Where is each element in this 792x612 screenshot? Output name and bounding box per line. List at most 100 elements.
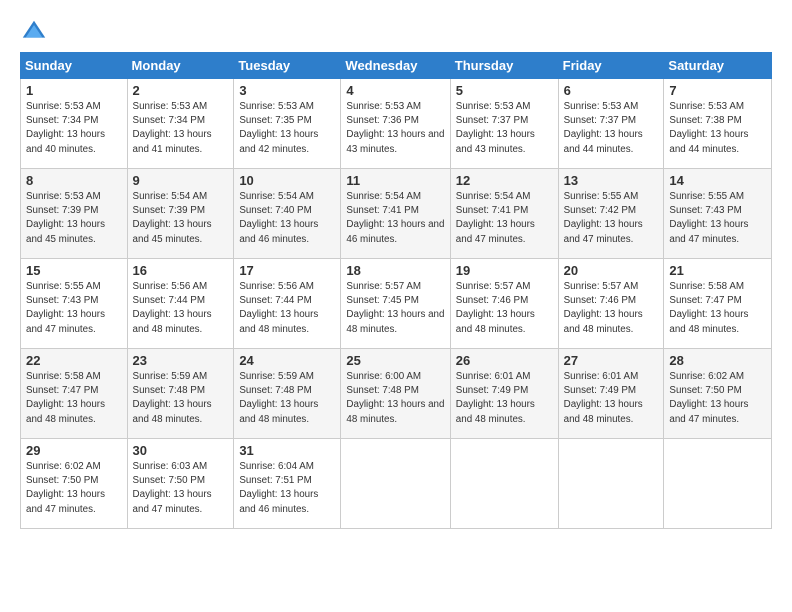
- day-info: Sunrise: 5:54 AM Sunset: 7:39 PM Dayligh…: [133, 190, 229, 247]
- day-info: Sunrise: 6:00 AM Sunset: 7:48 PM Dayligh…: [346, 370, 444, 427]
- calendar-day-cell: [664, 439, 772, 529]
- day-info: Sunrise: 6:01 AM Sunset: 7:49 PM Dayligh…: [456, 370, 553, 427]
- day-number: 16: [133, 263, 229, 278]
- day-of-week-header: Sunday: [21, 53, 128, 79]
- day-info: Sunrise: 5:55 AM Sunset: 7:43 PM Dayligh…: [669, 190, 766, 247]
- calendar-day-cell: 17 Sunrise: 5:56 AM Sunset: 7:44 PM Dayl…: [234, 259, 341, 349]
- day-info: Sunrise: 5:53 AM Sunset: 7:34 PM Dayligh…: [26, 100, 122, 157]
- header: [20, 18, 772, 46]
- calendar-day-cell: 27 Sunrise: 6:01 AM Sunset: 7:49 PM Dayl…: [558, 349, 664, 439]
- calendar-day-cell: 28 Sunrise: 6:02 AM Sunset: 7:50 PM Dayl…: [664, 349, 772, 439]
- day-of-week-header: Monday: [127, 53, 234, 79]
- header-row: SundayMondayTuesdayWednesdayThursdayFrid…: [21, 53, 772, 79]
- day-number: 14: [669, 173, 766, 188]
- day-number: 22: [26, 353, 122, 368]
- day-number: 10: [239, 173, 335, 188]
- day-info: Sunrise: 5:55 AM Sunset: 7:42 PM Dayligh…: [564, 190, 659, 247]
- calendar-day-cell: 5 Sunrise: 5:53 AM Sunset: 7:37 PM Dayli…: [450, 79, 558, 169]
- calendar-day-cell: [558, 439, 664, 529]
- calendar-day-cell: 31 Sunrise: 6:04 AM Sunset: 7:51 PM Dayl…: [234, 439, 341, 529]
- calendar-body: 1 Sunrise: 5:53 AM Sunset: 7:34 PM Dayli…: [21, 79, 772, 529]
- day-info: Sunrise: 5:53 AM Sunset: 7:36 PM Dayligh…: [346, 100, 444, 157]
- day-of-week-header: Friday: [558, 53, 664, 79]
- day-number: 4: [346, 83, 444, 98]
- logo: [20, 18, 54, 46]
- day-number: 19: [456, 263, 553, 278]
- day-of-week-header: Thursday: [450, 53, 558, 79]
- day-info: Sunrise: 5:53 AM Sunset: 7:35 PM Dayligh…: [239, 100, 335, 157]
- day-number: 21: [669, 263, 766, 278]
- day-info: Sunrise: 5:57 AM Sunset: 7:45 PM Dayligh…: [346, 280, 444, 337]
- calendar-day-cell: 23 Sunrise: 5:59 AM Sunset: 7:48 PM Dayl…: [127, 349, 234, 439]
- day-number: 12: [456, 173, 553, 188]
- day-info: Sunrise: 6:01 AM Sunset: 7:49 PM Dayligh…: [564, 370, 659, 427]
- calendar-day-cell: 1 Sunrise: 5:53 AM Sunset: 7:34 PM Dayli…: [21, 79, 128, 169]
- day-number: 26: [456, 353, 553, 368]
- calendar-day-cell: 19 Sunrise: 5:57 AM Sunset: 7:46 PM Dayl…: [450, 259, 558, 349]
- calendar-header: SundayMondayTuesdayWednesdayThursdayFrid…: [21, 53, 772, 79]
- day-info: Sunrise: 5:54 AM Sunset: 7:41 PM Dayligh…: [456, 190, 553, 247]
- day-info: Sunrise: 5:58 AM Sunset: 7:47 PM Dayligh…: [26, 370, 122, 427]
- day-of-week-header: Wednesday: [341, 53, 450, 79]
- calendar-day-cell: [450, 439, 558, 529]
- calendar-day-cell: 15 Sunrise: 5:55 AM Sunset: 7:43 PM Dayl…: [21, 259, 128, 349]
- day-number: 3: [239, 83, 335, 98]
- day-number: 17: [239, 263, 335, 278]
- calendar-day-cell: 26 Sunrise: 6:01 AM Sunset: 7:49 PM Dayl…: [450, 349, 558, 439]
- day-number: 28: [669, 353, 766, 368]
- day-number: 9: [133, 173, 229, 188]
- day-info: Sunrise: 5:56 AM Sunset: 7:44 PM Dayligh…: [239, 280, 335, 337]
- logo-icon: [20, 18, 48, 46]
- calendar-day-cell: 21 Sunrise: 5:58 AM Sunset: 7:47 PM Dayl…: [664, 259, 772, 349]
- day-number: 31: [239, 443, 335, 458]
- calendar-day-cell: 16 Sunrise: 5:56 AM Sunset: 7:44 PM Dayl…: [127, 259, 234, 349]
- calendar-week-row: 29 Sunrise: 6:02 AM Sunset: 7:50 PM Dayl…: [21, 439, 772, 529]
- page: SundayMondayTuesdayWednesdayThursdayFrid…: [0, 0, 792, 612]
- calendar-week-row: 15 Sunrise: 5:55 AM Sunset: 7:43 PM Dayl…: [21, 259, 772, 349]
- calendar-table: SundayMondayTuesdayWednesdayThursdayFrid…: [20, 52, 772, 529]
- day-info: Sunrise: 5:54 AM Sunset: 7:40 PM Dayligh…: [239, 190, 335, 247]
- calendar-day-cell: 4 Sunrise: 5:53 AM Sunset: 7:36 PM Dayli…: [341, 79, 450, 169]
- day-info: Sunrise: 5:54 AM Sunset: 7:41 PM Dayligh…: [346, 190, 444, 247]
- day-number: 15: [26, 263, 122, 278]
- day-info: Sunrise: 5:55 AM Sunset: 7:43 PM Dayligh…: [26, 280, 122, 337]
- day-info: Sunrise: 5:53 AM Sunset: 7:37 PM Dayligh…: [456, 100, 553, 157]
- day-info: Sunrise: 6:02 AM Sunset: 7:50 PM Dayligh…: [669, 370, 766, 427]
- calendar-week-row: 22 Sunrise: 5:58 AM Sunset: 7:47 PM Dayl…: [21, 349, 772, 439]
- day-info: Sunrise: 5:53 AM Sunset: 7:34 PM Dayligh…: [133, 100, 229, 157]
- day-number: 23: [133, 353, 229, 368]
- calendar-day-cell: 18 Sunrise: 5:57 AM Sunset: 7:45 PM Dayl…: [341, 259, 450, 349]
- calendar-week-row: 1 Sunrise: 5:53 AM Sunset: 7:34 PM Dayli…: [21, 79, 772, 169]
- calendar-day-cell: 9 Sunrise: 5:54 AM Sunset: 7:39 PM Dayli…: [127, 169, 234, 259]
- calendar-day-cell: 12 Sunrise: 5:54 AM Sunset: 7:41 PM Dayl…: [450, 169, 558, 259]
- day-info: Sunrise: 5:59 AM Sunset: 7:48 PM Dayligh…: [133, 370, 229, 427]
- day-number: 1: [26, 83, 122, 98]
- day-info: Sunrise: 5:57 AM Sunset: 7:46 PM Dayligh…: [564, 280, 659, 337]
- calendar-day-cell: 29 Sunrise: 6:02 AM Sunset: 7:50 PM Dayl…: [21, 439, 128, 529]
- day-number: 6: [564, 83, 659, 98]
- day-info: Sunrise: 5:56 AM Sunset: 7:44 PM Dayligh…: [133, 280, 229, 337]
- day-number: 24: [239, 353, 335, 368]
- calendar-day-cell: 8 Sunrise: 5:53 AM Sunset: 7:39 PM Dayli…: [21, 169, 128, 259]
- day-number: 27: [564, 353, 659, 368]
- calendar-day-cell: 10 Sunrise: 5:54 AM Sunset: 7:40 PM Dayl…: [234, 169, 341, 259]
- calendar-day-cell: 2 Sunrise: 5:53 AM Sunset: 7:34 PM Dayli…: [127, 79, 234, 169]
- day-info: Sunrise: 5:53 AM Sunset: 7:39 PM Dayligh…: [26, 190, 122, 247]
- calendar-day-cell: 11 Sunrise: 5:54 AM Sunset: 7:41 PM Dayl…: [341, 169, 450, 259]
- calendar-day-cell: 13 Sunrise: 5:55 AM Sunset: 7:42 PM Dayl…: [558, 169, 664, 259]
- day-info: Sunrise: 5:58 AM Sunset: 7:47 PM Dayligh…: [669, 280, 766, 337]
- calendar-day-cell: 22 Sunrise: 5:58 AM Sunset: 7:47 PM Dayl…: [21, 349, 128, 439]
- day-info: Sunrise: 5:53 AM Sunset: 7:38 PM Dayligh…: [669, 100, 766, 157]
- day-of-week-header: Saturday: [664, 53, 772, 79]
- day-of-week-header: Tuesday: [234, 53, 341, 79]
- calendar-day-cell: 7 Sunrise: 5:53 AM Sunset: 7:38 PM Dayli…: [664, 79, 772, 169]
- day-info: Sunrise: 6:02 AM Sunset: 7:50 PM Dayligh…: [26, 460, 122, 517]
- day-number: 8: [26, 173, 122, 188]
- day-number: 11: [346, 173, 444, 188]
- calendar-day-cell: 20 Sunrise: 5:57 AM Sunset: 7:46 PM Dayl…: [558, 259, 664, 349]
- day-info: Sunrise: 6:04 AM Sunset: 7:51 PM Dayligh…: [239, 460, 335, 517]
- day-number: 20: [564, 263, 659, 278]
- day-number: 2: [133, 83, 229, 98]
- day-number: 18: [346, 263, 444, 278]
- day-info: Sunrise: 6:03 AM Sunset: 7:50 PM Dayligh…: [133, 460, 229, 517]
